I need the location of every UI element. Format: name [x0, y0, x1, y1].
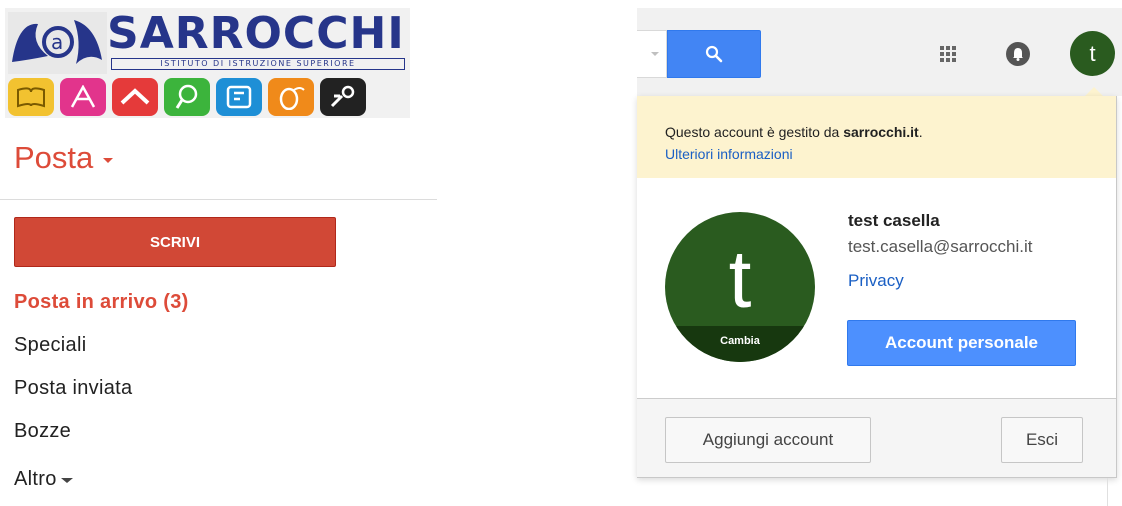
- popup-notch: [1085, 87, 1103, 96]
- lightbulb-icon: [164, 78, 210, 116]
- profile-letter: t: [728, 234, 752, 325]
- search-button[interactable]: [667, 30, 761, 78]
- sidebar-item-inbox[interactable]: Posta in arrivo (3): [14, 285, 189, 328]
- account-popup: Questo account è gestito da sarrocchi.it…: [637, 96, 1117, 478]
- more-info-link[interactable]: Ulteriori informazioni: [665, 143, 1116, 165]
- logo-tiles: [8, 78, 366, 116]
- logo-subtitle: ISTITUTO DI ISTRUZIONE SUPERIORE: [111, 58, 405, 70]
- notice-text: Questo account è gestito da: [665, 124, 840, 140]
- apps-icon[interactable]: [940, 46, 956, 62]
- bell-icon: [1013, 48, 1023, 61]
- search-options-dropdown[interactable]: [637, 30, 667, 78]
- notice-period: .: [918, 124, 923, 140]
- sidebar-nav: Posta in arrivo (3) Speciali Posta invia…: [14, 285, 189, 500]
- logo-name: SARROCCHI: [107, 8, 405, 59]
- sidebar-item-drafts[interactable]: Bozze: [14, 414, 189, 457]
- sidebar-item-sent[interactable]: Posta inviata: [14, 371, 189, 414]
- add-account-button[interactable]: Aggiungi account: [665, 417, 871, 463]
- logo-mark-icon: a: [8, 12, 107, 74]
- divider: [0, 199, 437, 200]
- change-photo-button[interactable]: Cambia: [665, 326, 815, 362]
- school-logo[interactable]: a SARROCCHI ISTITUTO DI ISTRUZIONE SUPER…: [5, 8, 410, 118]
- left-panel: a SARROCCHI ISTITUTO DI ISTRUZIONE SUPER…: [0, 0, 437, 506]
- logout-button[interactable]: Esci: [1001, 417, 1083, 463]
- chevron-down-icon: [103, 157, 114, 163]
- sidebar-item-more-label: Altro: [14, 467, 57, 490]
- mail-menu-title[interactable]: Posta: [14, 138, 114, 178]
- sidebar-item-more[interactable]: Altro: [14, 457, 189, 500]
- profile-photo[interactable]: t Cambia: [665, 212, 815, 362]
- privacy-link[interactable]: Privacy: [848, 271, 904, 291]
- right-panel: t Questo account è gestito da sarrocchi.…: [637, 8, 1122, 506]
- notice-text-line: Questo account è gestito da sarrocchi.it…: [665, 121, 1116, 143]
- sidebar-item-starred[interactable]: Speciali: [14, 328, 189, 371]
- roof-icon: [112, 78, 158, 116]
- tools-icon: [320, 78, 366, 116]
- notice-domain: sarrocchi.it: [843, 124, 919, 140]
- circuit-icon: [216, 78, 262, 116]
- compass-icon: [60, 78, 106, 116]
- user-email: test.casella@sarrocchi.it: [848, 237, 1033, 256]
- top-bar: t: [637, 8, 1122, 96]
- book-icon: [8, 78, 54, 116]
- mail-menu-label: Posta: [14, 140, 94, 175]
- my-account-button[interactable]: Account personale: [847, 320, 1076, 366]
- chevron-down-icon: [60, 477, 73, 483]
- popup-footer: Aggiungi account Esci: [637, 398, 1116, 477]
- managed-account-notice: Questo account è gestito da sarrocchi.it…: [637, 96, 1116, 178]
- account-avatar-button[interactable]: t: [1070, 31, 1115, 76]
- search-icon: [705, 45, 723, 63]
- mouse-icon: [268, 78, 314, 116]
- divider: [1107, 478, 1108, 506]
- notifications-icon[interactable]: [1006, 42, 1030, 66]
- svg-text:a: a: [51, 30, 63, 54]
- compose-button[interactable]: SCRIVI: [14, 217, 336, 267]
- chevron-down-icon: [651, 52, 659, 56]
- user-name: test casella: [848, 211, 940, 230]
